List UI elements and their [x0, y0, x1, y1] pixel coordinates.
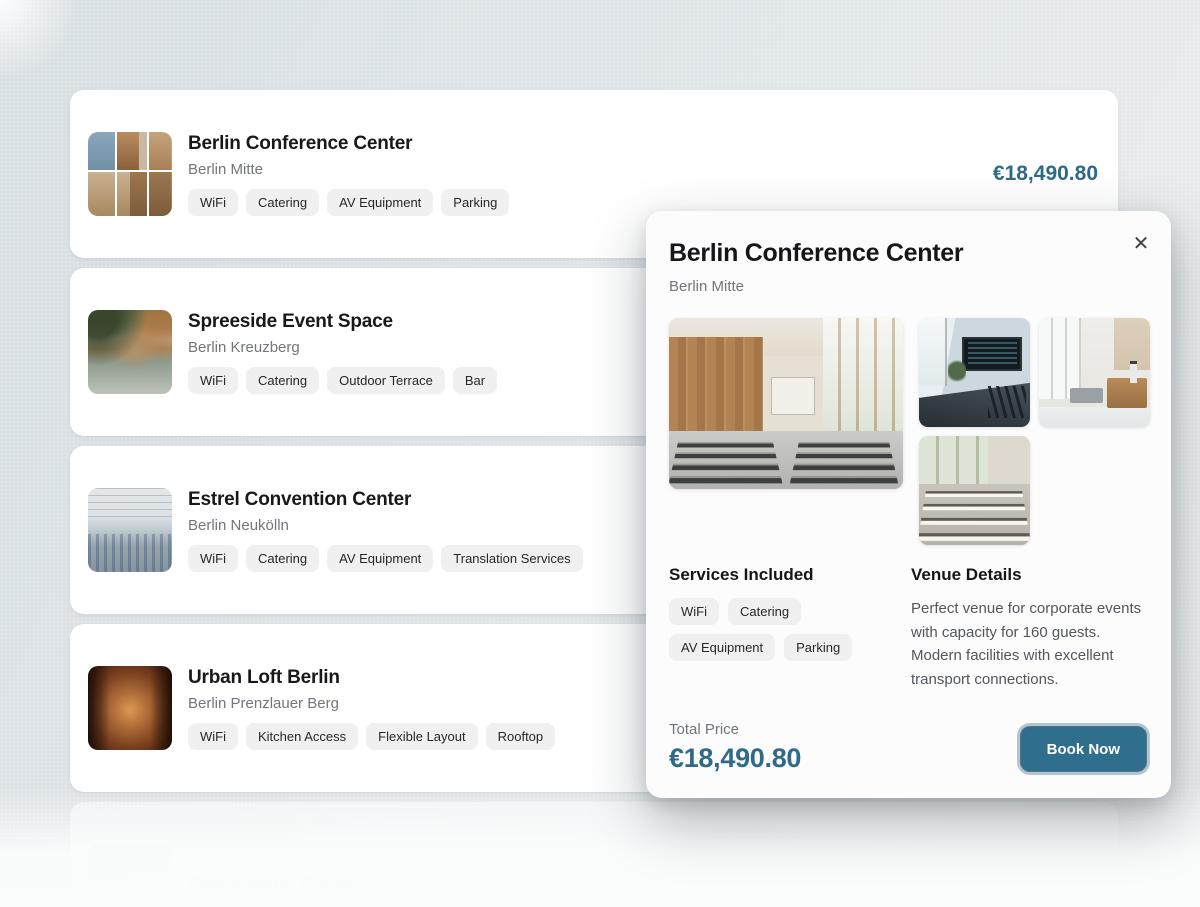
venue-tag: Bar	[453, 367, 497, 394]
modal-footer: Total Price €18,490.80 Book Now	[669, 721, 1149, 774]
venue-tag: Outdoor Terrace	[327, 367, 445, 394]
venue-photo-grid	[919, 318, 1150, 545]
service-tag: Parking	[784, 634, 852, 661]
close-icon[interactable]: ✕	[1125, 227, 1157, 259]
venue-detail-modal: ✕ Berlin Conference Center Berlin Mitte	[646, 211, 1171, 798]
venue-thumbnail	[88, 132, 172, 216]
total-price-block: Total Price €18,490.80	[669, 721, 801, 774]
service-tag: AV Equipment	[669, 634, 775, 661]
venue-tag: WiFi	[188, 723, 238, 750]
venue-tag: Parking	[441, 189, 509, 216]
venue-thumbnail	[88, 310, 172, 394]
venue-photo-gallery	[669, 318, 1149, 545]
total-price-label: Total Price	[669, 721, 801, 738]
venue-tag: Translation Services	[441, 545, 582, 572]
venue-tag: Rooftop	[486, 723, 556, 750]
venue-card[interactable]: Grand Hotel Berlin	[70, 802, 1118, 907]
venue-tag: AV Equipment	[327, 189, 433, 216]
venue-photo-dining	[919, 436, 1030, 545]
venue-location: Berlin Mitte	[188, 161, 977, 178]
venue-thumbnail	[88, 488, 172, 572]
venue-tag: Catering	[246, 189, 319, 216]
services-heading: Services Included	[669, 565, 893, 585]
venue-photo-main-hall	[669, 318, 903, 489]
venue-tag: AV Equipment	[327, 545, 433, 572]
venue-tag: WiFi	[188, 367, 238, 394]
venue-tag: Flexible Layout	[366, 723, 477, 750]
venue-card-info: Grand Hotel Berlin	[188, 875, 1098, 897]
venue-tag: Kitchen Access	[246, 723, 358, 750]
services-included-section: Services Included WiFi Catering AV Equip…	[669, 565, 893, 691]
venue-tag: WiFi	[188, 189, 238, 216]
venue-details-heading: Venue Details	[911, 565, 1149, 585]
service-tag: WiFi	[669, 598, 719, 625]
venue-photo-lobby	[1039, 318, 1150, 427]
venue-details-text: Perfect venue for corporate events with …	[911, 597, 1149, 691]
modal-title: Berlin Conference Center	[669, 239, 1149, 268]
venue-name: Berlin Conference Center	[188, 133, 977, 155]
venue-tag: Catering	[246, 545, 319, 572]
book-now-button[interactable]: Book Now	[1020, 726, 1147, 772]
venue-tag: WiFi	[188, 545, 238, 572]
venue-thumbnail	[88, 844, 172, 907]
venue-card-info: Berlin Conference Center Berlin Mitte Wi…	[188, 133, 977, 216]
services-tags: WiFi Catering AV Equipment Parking	[669, 598, 869, 661]
venue-details-section: Venue Details Perfect venue for corporat…	[911, 565, 1149, 691]
service-tag: Catering	[728, 598, 801, 625]
venue-thumbnail	[88, 666, 172, 750]
modal-location: Berlin Mitte	[669, 278, 1149, 295]
venue-tag: Catering	[246, 367, 319, 394]
total-price-value: €18,490.80	[669, 743, 801, 774]
venue-photo-meeting-room	[919, 318, 1030, 427]
venue-price: €18,490.80	[993, 162, 1098, 186]
venue-name: Grand Hotel Berlin	[188, 875, 1098, 897]
